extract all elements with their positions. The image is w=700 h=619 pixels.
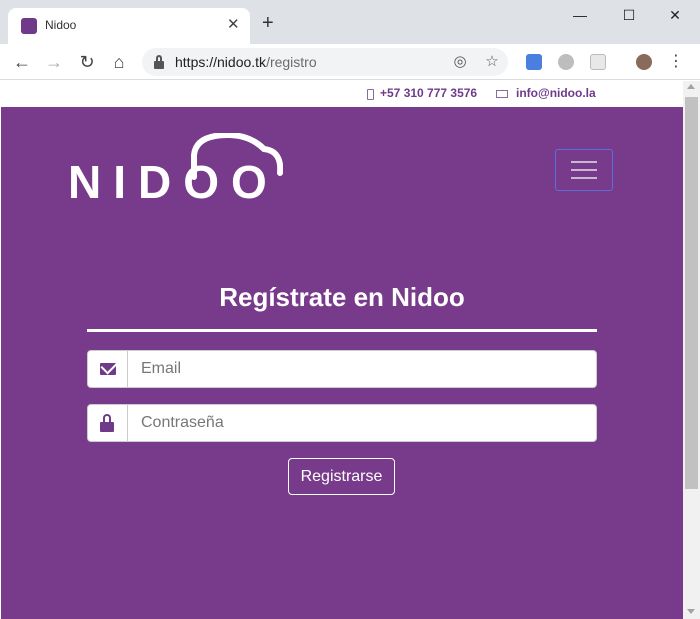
lock-icon xyxy=(100,414,114,432)
email-field[interactable] xyxy=(129,351,596,387)
contact-phone[interactable]: +57 310 777 3576 xyxy=(380,86,477,100)
bookmark-star-icon[interactable]: ☆ xyxy=(482,52,502,72)
contact-bar: +57 310 777 3576 info@nidoo.la xyxy=(1,81,683,107)
maximize-button[interactable]: ☐ xyxy=(614,4,644,26)
home-icon[interactable]: ⌂ xyxy=(107,50,131,74)
new-tab-button[interactable]: + xyxy=(262,13,274,33)
nidoo-logo[interactable]: NIDOO xyxy=(68,133,283,205)
phone-icon xyxy=(367,89,374,100)
email-input-group xyxy=(87,350,597,388)
title-divider xyxy=(87,329,597,332)
password-addon xyxy=(88,405,128,441)
pdf-extension-icon[interactable] xyxy=(590,54,606,70)
url-text[interactable]: https://nidoo.tk/registro xyxy=(175,54,317,70)
close-window-button[interactable]: ✕ xyxy=(660,4,690,26)
mail-icon xyxy=(496,90,508,98)
profile-avatar[interactable] xyxy=(636,54,652,70)
address-bar[interactable]: https://nidoo.tk/registro ◎ ☆ xyxy=(142,48,508,76)
extension-icon[interactable] xyxy=(558,54,574,70)
browser-tab[interactable]: Nidoo ✕ xyxy=(8,8,250,44)
back-icon[interactable]: ← xyxy=(10,50,34,74)
page-scrollbar[interactable] xyxy=(683,81,700,619)
hamburger-icon xyxy=(571,161,597,163)
nidoo-favicon-icon xyxy=(21,18,37,34)
password-input-group xyxy=(87,404,597,442)
minimize-button[interactable]: — xyxy=(565,4,595,26)
reload-icon[interactable]: ↻ xyxy=(75,50,99,74)
translate-extension-icon[interactable] xyxy=(526,54,542,70)
browser-toolbar: ← → ↻ ⌂ https://nidoo.tk/registro ◎ ☆ ⋮ xyxy=(0,44,700,80)
register-button[interactable]: Registrarse xyxy=(288,458,395,495)
password-field[interactable] xyxy=(129,405,596,441)
forward-icon[interactable]: → xyxy=(42,50,66,74)
browser-menu-icon[interactable]: ⋮ xyxy=(668,52,684,72)
logo-text: NIDOO xyxy=(68,156,279,208)
form-title: Regístrate en Nidoo xyxy=(219,282,465,312)
menu-toggle-button[interactable] xyxy=(555,149,613,191)
close-tab-icon[interactable]: ✕ xyxy=(227,16,240,34)
contact-email[interactable]: info@nidoo.la xyxy=(516,86,596,100)
scroll-down-icon[interactable] xyxy=(687,609,695,614)
envelope-icon xyxy=(100,363,116,375)
page-viewport: +57 310 777 3576 info@nidoo.la NIDOO Reg… xyxy=(1,81,683,619)
scroll-up-icon[interactable] xyxy=(687,84,695,89)
scroll-thumb[interactable] xyxy=(685,97,698,489)
email-addon xyxy=(88,351,128,387)
location-icon[interactable]: ◎ xyxy=(450,52,470,72)
lock-icon xyxy=(154,55,164,69)
tab-title: Nidoo xyxy=(45,18,77,32)
browser-titlebar: Nidoo ✕ + — ☐ ✕ xyxy=(0,0,700,44)
